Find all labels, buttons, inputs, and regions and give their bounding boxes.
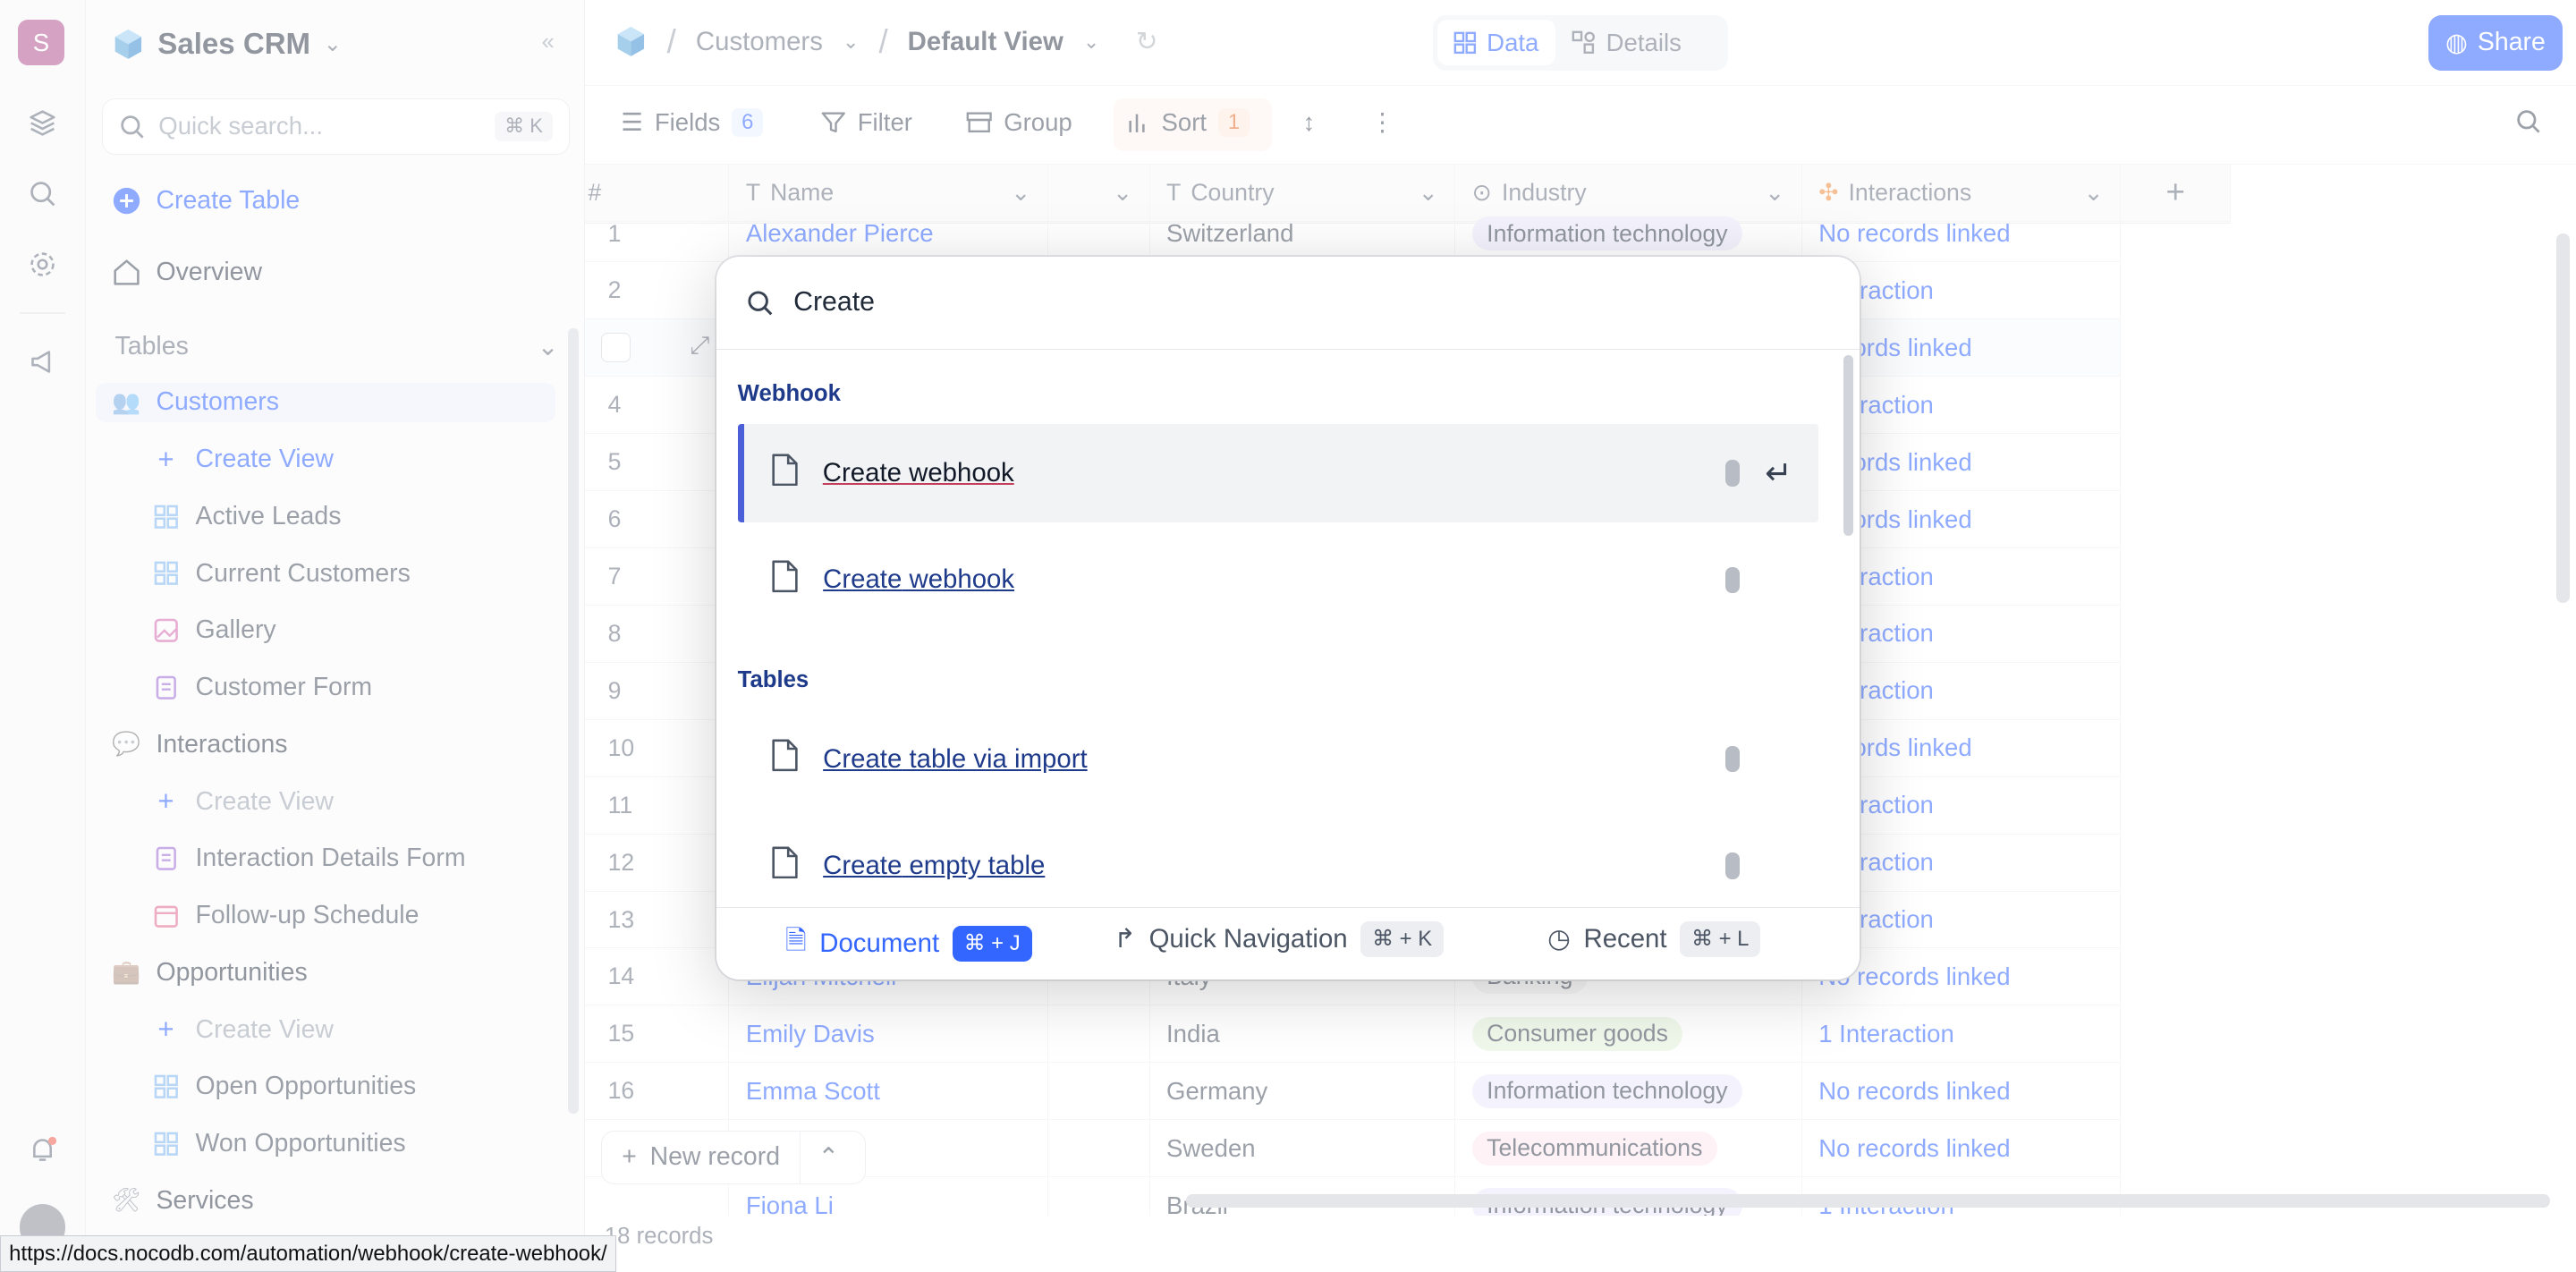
palette-tab-quick-navigation[interactable]: ↱ Quick Navigation ⌘ + K [1114, 920, 1444, 957]
result-rest-text: webhook [901, 457, 1014, 488]
palette-footer: 🗎 Document ⌘ + J ↱ Quick Navigation ⌘ + … [716, 906, 1860, 979]
palette-tab-recent[interactable]: ◷ Recent ⌘ + L [1547, 920, 1761, 957]
result-indicator [1724, 460, 1741, 487]
palette-search-input[interactable]: Create [716, 257, 1860, 351]
tab-label: Recent [1583, 923, 1667, 954]
clock-icon: ◷ [1547, 924, 1571, 954]
tab-shortcut: ⌘ + K [1360, 920, 1444, 957]
result-title: Create empty table [823, 851, 1045, 881]
document-icon [770, 560, 800, 600]
result-match-text: Create [822, 457, 902, 488]
enter-key-icon: ↵ [1765, 454, 1792, 492]
result-match-text: Create [823, 850, 902, 880]
tab-shortcut: ⌘ + J [952, 925, 1032, 962]
document-search-icon: 🗎 [784, 925, 807, 955]
document-icon [770, 454, 800, 494]
arrow-redirect-icon: ↱ [1114, 924, 1136, 954]
search-icon [748, 291, 773, 316]
document-icon [770, 739, 800, 779]
result-rest-text: webhook [902, 564, 1015, 595]
result-title: Create table via import [823, 744, 1088, 775]
result-indicator [1724, 566, 1741, 594]
palette-query: Create [793, 287, 876, 318]
status-bar-url: https://docs.nocodb.com/automation/webho… [0, 1235, 616, 1272]
palette-group-title: Webhook [737, 381, 841, 407]
palette-result-item[interactable]: Create webhook [738, 530, 1819, 629]
document-icon [770, 846, 800, 886]
palette-scrollbar[interactable] [1843, 354, 1853, 536]
result-match-text: Create [823, 564, 902, 595]
palette-result-item[interactable]: Create webhook ↵ [737, 423, 1819, 523]
result-rest-text: empty table [902, 850, 1046, 880]
command-palette: Create Webhook Create webhook ↵ Create webh… [716, 256, 1860, 979]
palette-result-item[interactable]: Create empty table [738, 817, 1819, 915]
palette-group-title: Tables [737, 666, 809, 692]
tab-label: Document [819, 928, 940, 958]
tab-shortcut: ⌘ + L [1680, 920, 1761, 957]
palette-tab-document[interactable]: 🗎 Document ⌘ + J [785, 921, 1032, 966]
result-title: Create webhook [823, 564, 1014, 595]
result-indicator [1724, 745, 1741, 773]
result-match-text: Create [823, 743, 902, 774]
palette-result-item[interactable]: Create table via import [738, 709, 1819, 808]
result-rest-text: table via import [902, 743, 1088, 774]
tab-label: Quick Navigation [1148, 923, 1348, 954]
result-title: Create webhook [823, 458, 1014, 488]
result-indicator [1724, 852, 1741, 879]
